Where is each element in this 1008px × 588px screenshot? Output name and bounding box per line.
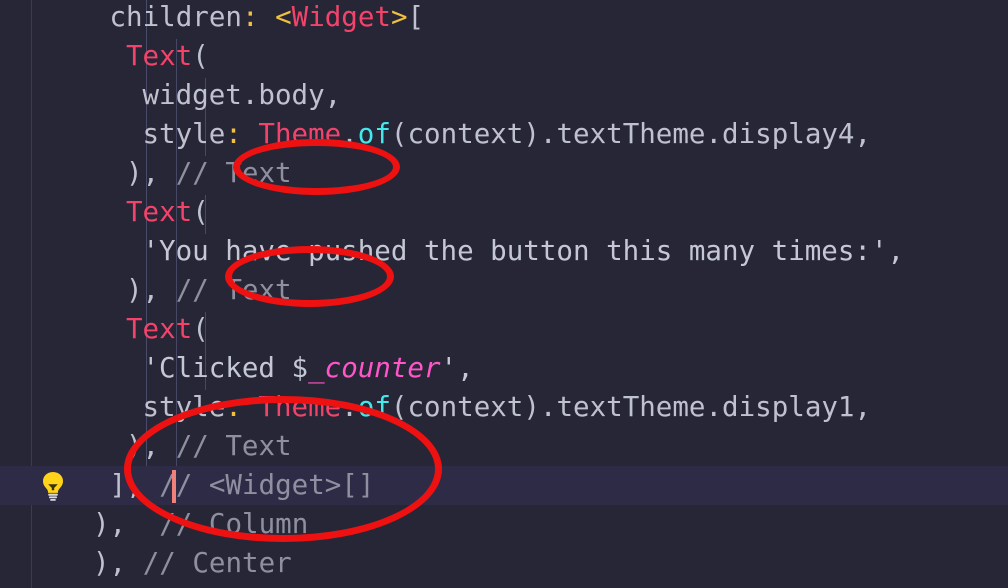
code-token: ( [192,313,209,345]
code-token: // Text [175,430,292,462]
code-token: . [341,118,358,150]
code-token: ), [126,157,160,189]
code-token: // <Widget>[] [159,469,375,501]
code-line[interactable]: 'You have pushed the button this many ti… [143,232,905,271]
code-token: _counter [308,352,441,384]
code-token: : [241,1,259,33]
code-token: ', [440,352,474,384]
code-token: // Text [175,157,292,189]
code-token: ], [109,469,143,501]
code-token: > [390,1,408,33]
code-token: of [357,118,391,150]
code-line[interactable]: children: <Widget>[ [110,0,425,37]
code-token: (context).textTheme.display4, [390,118,872,150]
code-token: Text [126,313,193,345]
code-line[interactable]: Text( [126,193,209,232]
code-token: ), [126,430,160,462]
text-caret [172,470,176,503]
code-token: . [341,391,358,423]
code-line[interactable]: ), // Text [126,271,292,310]
code-token: Theme [258,118,342,150]
code-token: Widget [291,1,391,33]
code-line[interactable]: 'Clicked $_counter', [143,349,474,388]
code-line[interactable]: ), // Text [126,427,292,466]
code-token: : [225,118,242,150]
code-token: 'Clicked $ [142,352,309,384]
code-token: // Center [142,547,292,579]
code-token: Theme [258,391,342,423]
lightbulb-icon[interactable] [40,471,66,501]
code-line[interactable]: ), // Column [93,505,308,544]
code-line[interactable]: Text( [126,37,209,76]
code-line[interactable]: ), // Center [93,544,292,583]
code-token: (context).textTheme.display1, [390,391,872,423]
code-token: children [109,1,242,33]
code-token: style [142,391,226,423]
code-token: 'You have pushed the button this many ti… [142,235,905,267]
code-line[interactable]: ), // Text [126,154,292,193]
code-token: ), [93,547,127,579]
code-line[interactable]: widget.body, [143,76,342,115]
code-token: Text [126,196,193,228]
code-token: < [275,1,292,33]
code-token: [ [407,1,425,33]
code-token: // Column [159,508,309,540]
code-token: widget.body, [142,79,342,111]
code-token: : [225,391,242,423]
code-line[interactable]: Text( [126,310,209,349]
code-token: ), [126,274,160,306]
code-token: of [357,391,391,423]
code-token: ( [192,196,209,228]
code-line[interactable]: style: Theme.of(context).textTheme.displ… [143,388,872,427]
code-editor[interactable]: children: <Widget>[Text(widget.body, styl… [0,0,1008,588]
code-token: Text [126,40,193,72]
code-token: ( [192,40,209,72]
code-token: ), [93,508,127,540]
code-token: // Text [175,274,292,306]
code-line[interactable]: floatingActionButton: FloatingActionButt… [93,583,805,588]
code-line[interactable]: ], // <Widget>[] [110,466,375,505]
code-line[interactable]: style: Theme.of(context).textTheme.displ… [143,115,872,154]
code-token: style [142,118,226,150]
